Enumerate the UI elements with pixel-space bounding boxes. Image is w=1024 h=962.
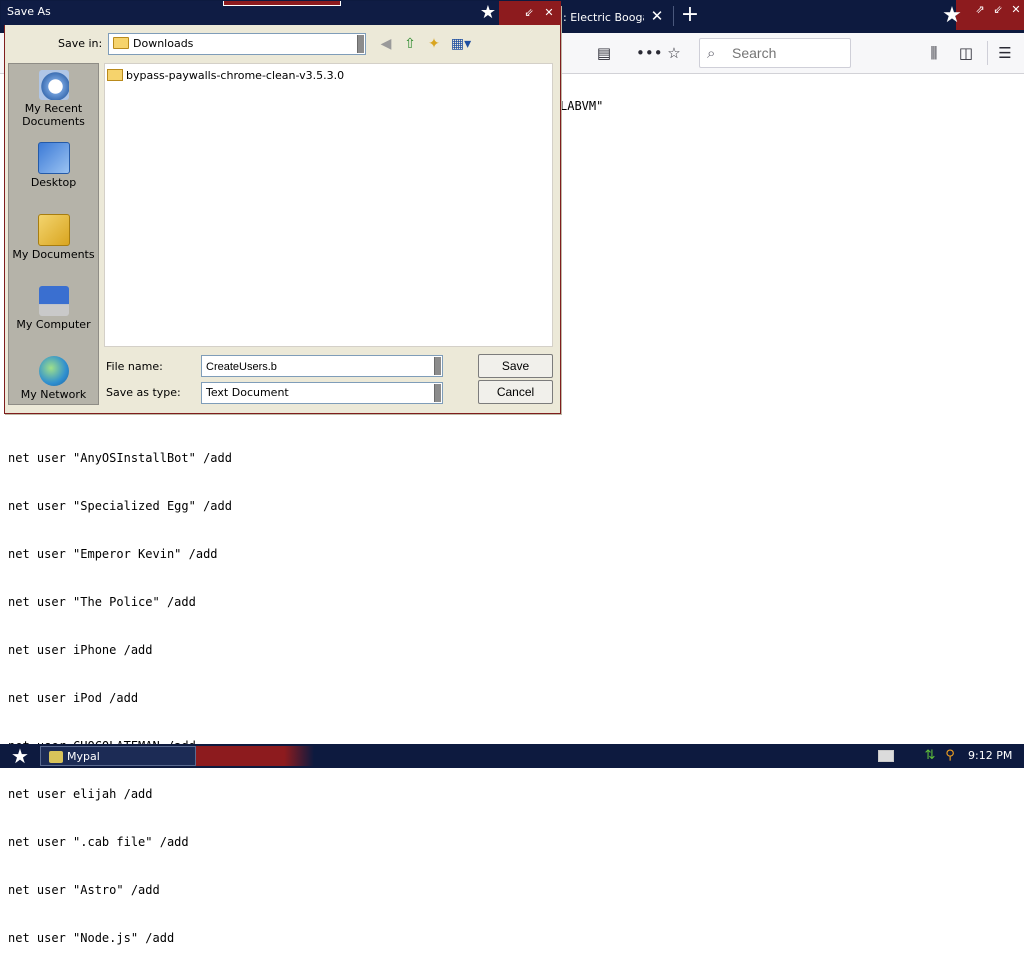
up-folder-icon[interactable]: ⇧	[401, 35, 419, 53]
page-text-lines: net user "AnyOSInstallBot" /add net user…	[8, 418, 232, 962]
file-name-label: File name:	[106, 360, 163, 373]
new-tab-icon[interactable]: +	[678, 4, 702, 27]
dialog-titlebar[interactable]: Save As ★ ⇙ ✕	[1, 1, 561, 25]
desktop-icon	[37, 142, 70, 174]
place-label: My Recent Documents	[22, 102, 85, 128]
library-icon[interactable]: ⫼	[924, 43, 944, 63]
search-tray-icon[interactable]: ⚲	[942, 747, 958, 765]
cancel-button[interactable]: Cancel	[478, 380, 553, 404]
file-name-input[interactable]	[204, 358, 434, 375]
file-name-field[interactable]	[201, 355, 443, 377]
text-line: net user elijah /add	[8, 787, 153, 801]
save-in-select[interactable]: Downloads	[108, 33, 366, 55]
network-tray-icon[interactable]: ⇅	[922, 747, 938, 765]
place-my-documents[interactable]: My Documents	[9, 214, 98, 261]
keyboard-icon[interactable]	[878, 750, 894, 762]
titlebar-accent	[223, 1, 341, 6]
partial-text-line: LABVM"	[560, 99, 604, 113]
restore-icon[interactable]: ⇗	[972, 2, 988, 18]
places-bar: My Recent Documents Desktop My Documents…	[8, 63, 99, 405]
dropdown-arrow-icon[interactable]	[357, 35, 364, 53]
place-desktop[interactable]: Desktop	[9, 142, 98, 189]
text-line: net user "Emperor Kevin" /add	[8, 547, 218, 561]
toolbar-separator	[987, 41, 988, 65]
dialog-title: Save As	[7, 5, 51, 18]
text-line: net user "Node.js" /add	[8, 931, 175, 945]
text-line: net user iPhone /add	[8, 643, 153, 657]
task-label: Mypal	[67, 750, 100, 763]
browser-tab-title: 2: Electric Boogaloo	[556, 10, 644, 24]
save-in-label: Save in:	[58, 37, 103, 50]
back-icon[interactable]: ◀	[377, 35, 395, 53]
save-as-type-value: Text Document	[206, 386, 289, 399]
pin-icon[interactable]: ⇙	[990, 2, 1006, 18]
dropdown-arrow-icon[interactable]	[434, 384, 441, 402]
text-line: net user "Specialized Egg" /add	[8, 499, 232, 513]
recent-documents-icon	[38, 70, 69, 100]
reader-view-icon[interactable]: ▤	[594, 43, 614, 63]
dialog-controls-block: ⇙ ✕	[499, 1, 561, 25]
new-folder-icon[interactable]: ✦	[425, 35, 443, 53]
place-my-network[interactable]: My Network	[9, 356, 98, 401]
views-menu-icon[interactable]: ▦▾	[449, 35, 473, 53]
save-button[interactable]: Save	[478, 354, 553, 378]
folder-icon	[107, 69, 123, 81]
place-label: My Network	[20, 388, 87, 401]
search-input[interactable]	[730, 43, 846, 63]
save-as-type-label: Save as type:	[106, 386, 181, 399]
taskbar-button-mypal[interactable]: Mypal	[40, 746, 196, 766]
save-as-dialog: Save As ★ ⇙ ✕ Save in: Downloads ◀ ⇧ ✦ ▦…	[1, 1, 561, 414]
file-name: bypass-paywalls-chrome-clean-v3.5.3.0	[126, 68, 345, 82]
help-icon[interactable]: ⇙	[521, 5, 537, 21]
tab-separator	[673, 6, 674, 26]
my-computer-icon	[38, 286, 69, 316]
place-recent-documents[interactable]: My Recent Documents	[9, 70, 98, 128]
text-line: net user iPod /add	[8, 691, 139, 705]
folder-icon	[113, 37, 129, 49]
star-logo-icon: ★	[479, 2, 497, 23]
taskbar-accent	[196, 746, 314, 766]
place-label: Desktop	[30, 176, 77, 189]
my-network-icon	[38, 356, 69, 386]
clock[interactable]: 9:12 PM	[968, 749, 1012, 762]
my-documents-icon	[37, 214, 70, 246]
close-window-icon[interactable]: ✕	[1008, 2, 1024, 18]
place-my-computer[interactable]: My Computer	[9, 286, 98, 331]
bookmark-star-icon[interactable]: ☆	[664, 43, 684, 63]
mypal-icon	[49, 751, 63, 763]
menu-icon[interactable]: ☰	[995, 43, 1015, 63]
start-button[interactable]: ★	[6, 744, 34, 768]
text-line: net user "Astro" /add	[8, 883, 160, 897]
dropdown-arrow-icon[interactable]	[434, 357, 441, 375]
file-list[interactable]: bypass-paywalls-chrome-clean-v3.5.3.0	[104, 63, 553, 347]
window-controls-block: ⇗ ⇙ ✕	[956, 0, 1024, 30]
search-icon: ⌕	[707, 44, 716, 62]
save-as-type-select[interactable]: Text Document	[201, 382, 443, 404]
place-label: My Computer	[16, 318, 91, 331]
close-dialog-icon[interactable]: ✕	[541, 5, 557, 21]
place-label: My Documents	[12, 248, 95, 261]
list-item[interactable]: bypass-paywalls-chrome-clean-v3.5.3.0	[107, 68, 344, 82]
text-line: net user "The Police" /add	[8, 595, 196, 609]
search-box[interactable]: ⌕	[699, 38, 851, 68]
text-line: net user ".cab file" /add	[8, 835, 189, 849]
save-in-value: Downloads	[133, 37, 194, 50]
close-tab-icon[interactable]: ✕	[648, 6, 666, 26]
star-logo-icon: ★	[942, 3, 962, 28]
page-actions-icon[interactable]: •••	[636, 43, 663, 63]
taskbar: ★ Mypal ⇅ ⚲ 9:12 PM	[0, 744, 1024, 768]
sidebar-icon[interactable]: ◫	[956, 43, 976, 63]
text-line: net user "AnyOSInstallBot" /add	[8, 451, 232, 465]
